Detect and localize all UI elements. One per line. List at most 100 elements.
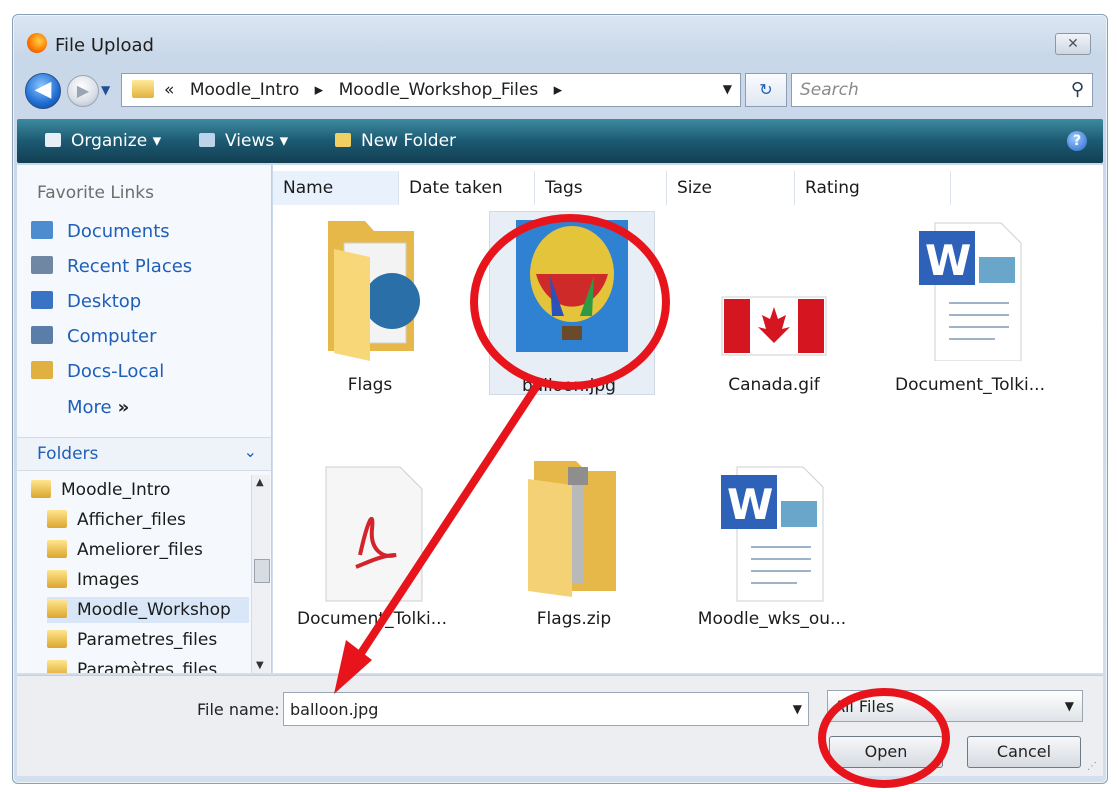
- tree-item-label: Ameliorer_files: [77, 540, 203, 560]
- favorite-recent-places[interactable]: Recent Places: [31, 256, 192, 277]
- favorite-links-heading: Favorite Links: [37, 183, 155, 203]
- file-label: Document_Tolki...: [297, 609, 447, 629]
- word-document-icon: W: [919, 222, 1022, 362]
- forward-button[interactable]: ▶: [67, 75, 99, 107]
- favorite-documents[interactable]: Documents: [31, 221, 170, 242]
- breadcrumb-separator-icon[interactable]: ▸: [315, 80, 324, 100]
- file-item-flags[interactable]: Flags: [285, 211, 455, 397]
- tree-item-label: Moodle_Intro: [61, 480, 171, 500]
- file-type-select[interactable]: All Files ▼: [827, 690, 1083, 722]
- file-item-balloon-jpg[interactable]: balloon.jpg: [489, 211, 655, 396]
- file-item-document-tolki-pdf[interactable]: Document_Tolki...: [287, 459, 457, 641]
- help-button[interactable]: ?: [1067, 131, 1087, 151]
- desktop-icon: [31, 291, 53, 309]
- tree-item-label: Paramètres_files: [77, 660, 218, 673]
- search-placeholder: Search: [800, 80, 859, 100]
- scroll-thumb[interactable]: [254, 559, 270, 583]
- refresh-button[interactable]: ↻: [745, 73, 787, 107]
- favorite-desktop[interactable]: Desktop: [31, 291, 141, 312]
- file-item-document-tolki-word[interactable]: W Document_Tolki...: [885, 211, 1055, 397]
- tree-item-partial[interactable]: Paramètres_files: [47, 657, 249, 673]
- resize-grip-icon[interactable]: ⋰: [1087, 761, 1097, 772]
- svg-text:W: W: [727, 480, 773, 529]
- file-item-flags-zip[interactable]: Flags.zip: [489, 459, 659, 641]
- favorite-label: Recent Places: [67, 256, 193, 277]
- tree-item-ameliorer-files[interactable]: Ameliorer_files: [47, 537, 249, 563]
- breadcrumb-overflow-icon[interactable]: «: [164, 80, 174, 100]
- favorite-computer[interactable]: Computer: [31, 326, 156, 347]
- file-name-dropdown-icon[interactable]: ▼: [793, 702, 802, 716]
- tree-item-images[interactable]: Images: [47, 567, 249, 593]
- favorite-docs-local[interactable]: Docs-Local: [31, 361, 164, 382]
- folders-header[interactable]: Folders ⌄: [17, 437, 271, 471]
- word-document-icon: W: [721, 466, 824, 602]
- file-upload-dialog: File Upload ✕ ◀ ▶ ▼ « Moodle_Intro ▸ Moo…: [12, 14, 1108, 784]
- folder-icon: [132, 80, 154, 98]
- file-type-value: All Files: [834, 697, 895, 716]
- views-label: Views ▾: [225, 131, 289, 151]
- folder-icon: [47, 660, 67, 673]
- tree-item-label: Afficher_files: [77, 510, 186, 530]
- tree-item-parametres-files[interactable]: Parametres_files: [47, 627, 249, 653]
- double-chevron-icon: »: [117, 397, 130, 418]
- favorite-label: Documents: [67, 221, 170, 242]
- back-button[interactable]: ◀: [25, 73, 61, 109]
- navigation-bar: ◀ ▶ ▼ « Moodle_Intro ▸ Moodle_Workshop_F…: [13, 69, 1107, 109]
- folder-icon: [328, 221, 420, 361]
- search-icon[interactable]: ⚲: [1071, 79, 1084, 100]
- column-header-rating[interactable]: Rating: [795, 171, 951, 205]
- breadcrumb: « Moodle_Intro ▸ Moodle_Workshop_Files ▸: [164, 80, 572, 100]
- recent-places-icon: [31, 256, 53, 274]
- flag-image-icon: [721, 296, 827, 356]
- more-label: More: [67, 397, 112, 418]
- tree-item-afficher-files[interactable]: Afficher_files: [47, 507, 249, 533]
- organize-icon: [45, 133, 61, 147]
- folder-icon: [31, 480, 51, 498]
- file-name-input[interactable]: balloon.jpg ▼: [283, 692, 809, 726]
- views-button[interactable]: Views ▾: [199, 131, 288, 151]
- folder-icon: [47, 540, 67, 558]
- new-folder-button[interactable]: New Folder: [335, 131, 456, 151]
- column-header-date-taken[interactable]: Date taken: [399, 171, 535, 205]
- favorite-label: Computer: [67, 326, 157, 347]
- documents-icon: [31, 221, 53, 239]
- scroll-up-icon[interactable]: ▲: [256, 477, 264, 488]
- organize-button[interactable]: Organize ▾: [45, 131, 161, 151]
- tree-item-label: Parametres_files: [77, 630, 218, 650]
- breadcrumb-separator-icon[interactable]: ▸: [554, 80, 563, 100]
- folder-icon: [47, 510, 67, 528]
- column-header-size[interactable]: Size: [667, 171, 795, 205]
- column-header-name[interactable]: Name: [273, 171, 399, 205]
- tree-item-label: Moodle_Workshop: [77, 600, 231, 620]
- breadcrumb-item-moodle-intro[interactable]: Moodle_Intro: [190, 80, 299, 100]
- new-folder-icon: [335, 133, 351, 147]
- file-type-dropdown-icon[interactable]: ▼: [1065, 699, 1074, 713]
- navigation-pane: Favorite Links Documents Recent Places D…: [17, 165, 272, 673]
- title-bar: File Upload ✕: [13, 15, 1107, 56]
- chevron-down-icon[interactable]: ⌄: [244, 442, 257, 461]
- history-dropdown-icon[interactable]: ▼: [101, 83, 110, 97]
- address-bar[interactable]: « Moodle_Intro ▸ Moodle_Workshop_Files ▸…: [121, 73, 741, 107]
- search-input[interactable]: Search ⚲: [791, 73, 1093, 107]
- tree-item-moodle-intro[interactable]: Moodle_Intro: [31, 477, 249, 503]
- close-button[interactable]: ✕: [1055, 33, 1091, 55]
- file-label: Document_Tolki...: [895, 375, 1045, 395]
- file-list: Name Date taken Tags Size Rating Flags b…: [273, 165, 1103, 673]
- file-item-canada-gif[interactable]: Canada.gif: [689, 211, 859, 397]
- folder-icon: [47, 600, 67, 618]
- zip-folder-icon: [528, 461, 616, 597]
- file-name-value: balloon.jpg: [290, 700, 379, 719]
- folder-tree-scrollbar[interactable]: ▲ ▼: [251, 475, 270, 673]
- cancel-button[interactable]: Cancel: [967, 736, 1081, 768]
- open-button[interactable]: Open: [829, 736, 943, 768]
- more-link[interactable]: More»: [67, 397, 129, 418]
- tree-item-moodle-workshop[interactable]: Moodle_Workshop: [47, 597, 249, 623]
- address-dropdown-icon[interactable]: ▼: [723, 82, 732, 96]
- favorite-label: Docs-Local: [67, 361, 165, 382]
- column-header-tags[interactable]: Tags: [535, 171, 667, 205]
- scroll-down-icon[interactable]: ▼: [256, 660, 264, 671]
- command-toolbar: Organize ▾ Views ▾ New Folder ?: [17, 119, 1103, 163]
- folders-label: Folders: [37, 444, 99, 464]
- breadcrumb-item-moodle-workshop-files[interactable]: Moodle_Workshop_Files: [339, 80, 539, 100]
- file-item-moodle-wks-word[interactable]: W Moodle_wks_ou...: [687, 459, 857, 641]
